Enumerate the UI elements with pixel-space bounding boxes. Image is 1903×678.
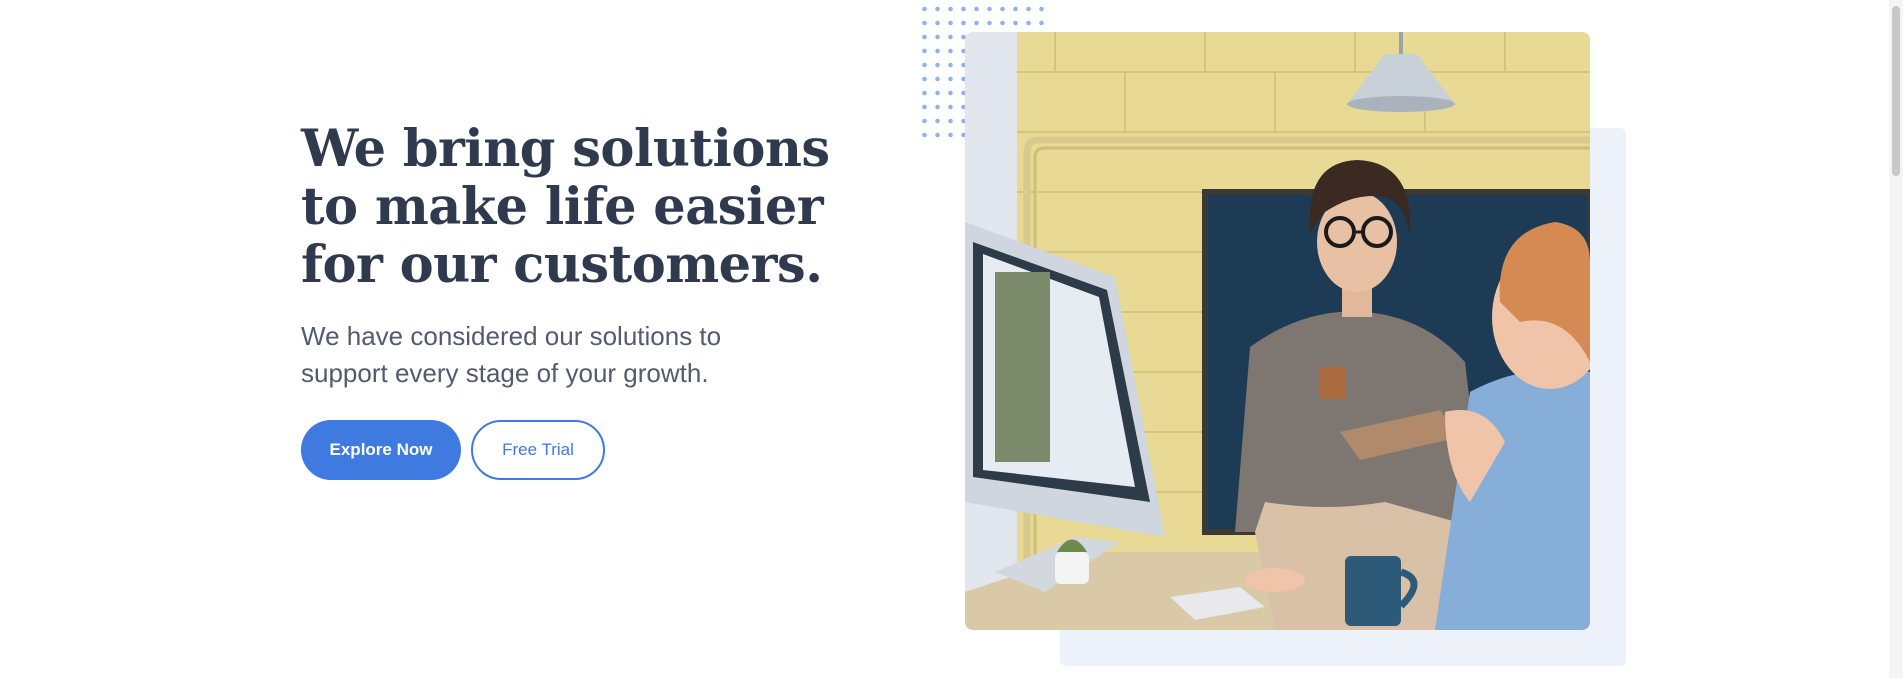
explore-now-button[interactable]: Explore Now bbox=[301, 420, 461, 480]
free-trial-button[interactable]: Free Trial bbox=[471, 420, 605, 480]
hero-buttons: Explore Now Free Trial bbox=[301, 420, 861, 480]
hero-title: We bring solutions to make life easier f… bbox=[301, 119, 830, 295]
scrollbar-thumb[interactable] bbox=[1892, 6, 1900, 176]
hero-photo bbox=[965, 32, 1590, 630]
office-scene-illustration bbox=[965, 32, 1590, 630]
hero-text-block: We bring solutions to make life easier f… bbox=[301, 120, 861, 480]
page-scrollbar[interactable] bbox=[1889, 0, 1903, 678]
hero-subtitle: We have considered our solutions to supp… bbox=[301, 321, 722, 388]
